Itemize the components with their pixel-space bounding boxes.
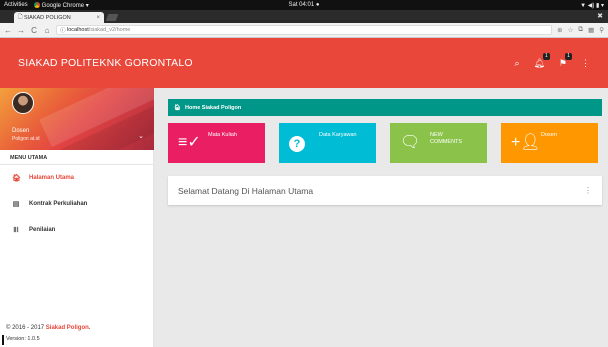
- pin-icon[interactable]: ⚲: [599, 26, 604, 34]
- tab-close-button[interactable]: ×: [96, 15, 100, 21]
- sidebar-item-label: Kontrak Perkuliahan: [29, 201, 88, 207]
- user-name: Dosen: [12, 128, 30, 134]
- user-email: Poligon at.id: [12, 136, 40, 142]
- home-icon: 🏠︎: [12, 175, 21, 182]
- text-cursor: [2, 335, 4, 345]
- home-button[interactable]: ⌂: [43, 26, 51, 35]
- tasks-button[interactable]: ⚑ 1: [559, 52, 572, 69]
- close-window-icon[interactable]: ✖: [597, 12, 603, 20]
- tab-title: SIAKAD POLIGON: [23, 14, 71, 21]
- chevron-down-icon[interactable]: ⌄: [138, 132, 144, 140]
- person-add-icon: +👤︎: [511, 134, 541, 151]
- sidebar-item-kontrak-perkuliahan[interactable]: ▤ Kontrak Perkuliahan: [0, 191, 153, 217]
- chrome-icon: [33, 1, 40, 8]
- url-host: localhost: [67, 27, 89, 33]
- list-icon: ▤: [12, 201, 20, 208]
- tab-strip: 🗋 SIAKAD POLIGON × ✖: [0, 10, 608, 23]
- comment-icon: 🗨︎: [400, 134, 421, 151]
- browser-tab[interactable]: 🗋 SIAKAD POLIGON ×: [14, 12, 104, 23]
- welcome-card: Selamat Datang Di Halaman Utama ⋮: [168, 176, 602, 205]
- bookmark-star-icon[interactable]: ☆: [568, 26, 574, 34]
- info-icon: ⓘ: [60, 28, 68, 34]
- info-tiles: ≡✓ Mata Kuliah ? Data Karyawan 🗨︎ NEW CO…: [168, 123, 598, 163]
- url-path: /siakad_v2/home: [88, 27, 131, 33]
- copyright-text: © 2016 - 2017: [6, 325, 45, 331]
- app-title[interactable]: SIAKAD POLITEKNK GORONTALO: [18, 57, 193, 69]
- notification-badge: 1: [542, 52, 550, 60]
- sidebar-item-halaman-utama[interactable]: 🏠︎ Halaman Utama: [0, 165, 153, 191]
- tile-mata-kuliah[interactable]: ≡✓ Mata Kuliah: [168, 123, 265, 163]
- sidebar: Dosen Poligon at.id ⌄ MENU UTAMA 🏠︎ Hala…: [0, 88, 154, 347]
- menu-header: MENU UTAMA: [0, 150, 153, 165]
- tile-label: Mata Kuliah: [208, 132, 238, 138]
- welcome-title: Selamat Datang Di Halaman Utama: [178, 185, 314, 196]
- new-tab-button[interactable]: [105, 14, 119, 21]
- tile-new-comments[interactable]: 🗨︎ NEW COMMENTS: [390, 123, 487, 163]
- breadcrumb-label[interactable]: Home Siakad Poligon: [185, 105, 241, 111]
- system-clock[interactable]: Sat 04:01 ●: [0, 2, 608, 8]
- user-info-card: Dosen Poligon at.id ⌄: [0, 88, 154, 150]
- tile-data-karyawan[interactable]: ? Data Karyawan: [279, 123, 376, 163]
- app-header: SIAKAD POLITEKNK GORONTALO ⌕ 🔔︎ 1 ⚑ 1 ⋮: [0, 38, 608, 88]
- sidebar-footer: © 2016 - 2017 Siakad Poligon. Version: 1…: [6, 325, 90, 342]
- tile-dosen[interactable]: +👤︎ Dosen: [501, 123, 598, 163]
- address-row: ← → C ⌂ ⓘ localhost /siakad_v2/home ⊕ ☆ …: [0, 23, 608, 38]
- avatar[interactable]: [12, 92, 34, 114]
- search-icon[interactable]: ⌕: [514, 58, 519, 69]
- tile-label: Dosen: [541, 132, 557, 138]
- address-bar[interactable]: ⓘ localhost /siakad_v2/home: [56, 25, 553, 35]
- os-top-bar: Activities Google Chrome ▾ Sat 04:01 ● ▼…: [0, 0, 608, 10]
- sidebar-item-label: Halaman Utama: [29, 175, 75, 181]
- apps-icon[interactable]: ▦: [588, 26, 594, 34]
- playlist-check-icon: ≡✓: [178, 134, 201, 151]
- activities-button[interactable]: Activities: [4, 2, 28, 8]
- version-text: Version: 1.0.5: [6, 336, 40, 342]
- notifications-button[interactable]: 🔔︎ 1: [533, 52, 550, 69]
- system-tray[interactable]: ▼ ◀) ▮ ▾: [580, 2, 604, 9]
- tile-label: NEW COMMENTS: [430, 132, 463, 145]
- footer-brand-link[interactable]: Siakad Poligon.: [46, 325, 91, 331]
- help-icon: ?: [289, 135, 305, 152]
- bars-icon: ⅡⅠ: [13, 227, 19, 234]
- more-vert-icon[interactable]: ⋮: [584, 186, 592, 195]
- back-button[interactable]: ←: [4, 26, 12, 35]
- app-menu[interactable]: Google Chrome ▾: [33, 1, 89, 9]
- more-vert-icon[interactable]: ⋮: [581, 58, 590, 69]
- sidebar-item-penilaian[interactable]: ⅡⅠ Penilaian: [0, 217, 153, 243]
- tile-label: Data Karyawan: [319, 132, 357, 138]
- flag-badge: 1: [565, 52, 572, 60]
- main-content: 🏠︎ Home Siakad Poligon ≡✓ Mata Kuliah ? …: [154, 88, 608, 347]
- breadcrumb: 🏠︎ Home Siakad Poligon: [168, 99, 602, 116]
- forward-button[interactable]: →: [17, 26, 25, 35]
- reload-button[interactable]: C: [30, 26, 38, 35]
- home-icon[interactable]: 🏠︎: [174, 105, 181, 111]
- sidebar-item-label: Penilaian: [29, 227, 56, 233]
- zoom-icon[interactable]: ⊕: [557, 26, 562, 34]
- extension-icon[interactable]: ⧉: [578, 26, 583, 34]
